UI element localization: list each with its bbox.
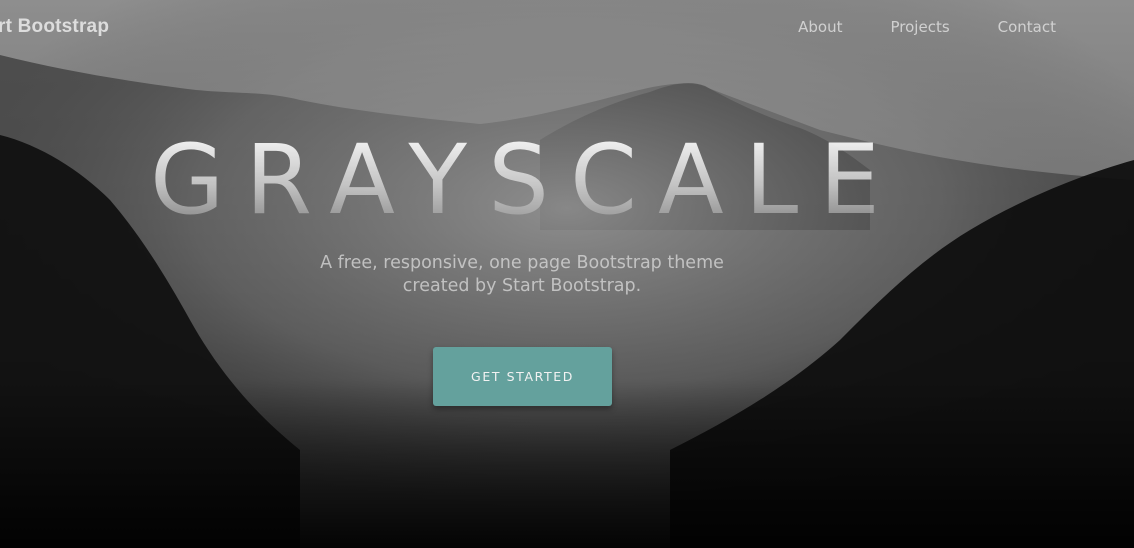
hero-subtitle: A free, responsive, one page Bootstrap t… [260,252,784,298]
nav-link-about[interactable]: About [774,18,866,36]
top-navbar: rt Bootstrap About Projects Contact [0,0,1134,56]
brand-link[interactable]: rt Bootstrap [0,16,109,38]
nav-links: About Projects Contact [774,18,1134,36]
hero-subtitle-line-1: A free, responsive, one page Bootstrap t… [320,253,724,273]
nav-link-projects[interactable]: Projects [867,18,974,36]
hero-title: GRAYSCALE [150,124,901,236]
masthead: rt Bootstrap About Projects Contact GRAY… [0,0,1134,548]
nav-link-contact[interactable]: Contact [974,18,1134,36]
get-started-button[interactable]: GET STARTED [433,347,612,406]
hero-subtitle-line-2: created by Start Bootstrap. [402,276,642,296]
